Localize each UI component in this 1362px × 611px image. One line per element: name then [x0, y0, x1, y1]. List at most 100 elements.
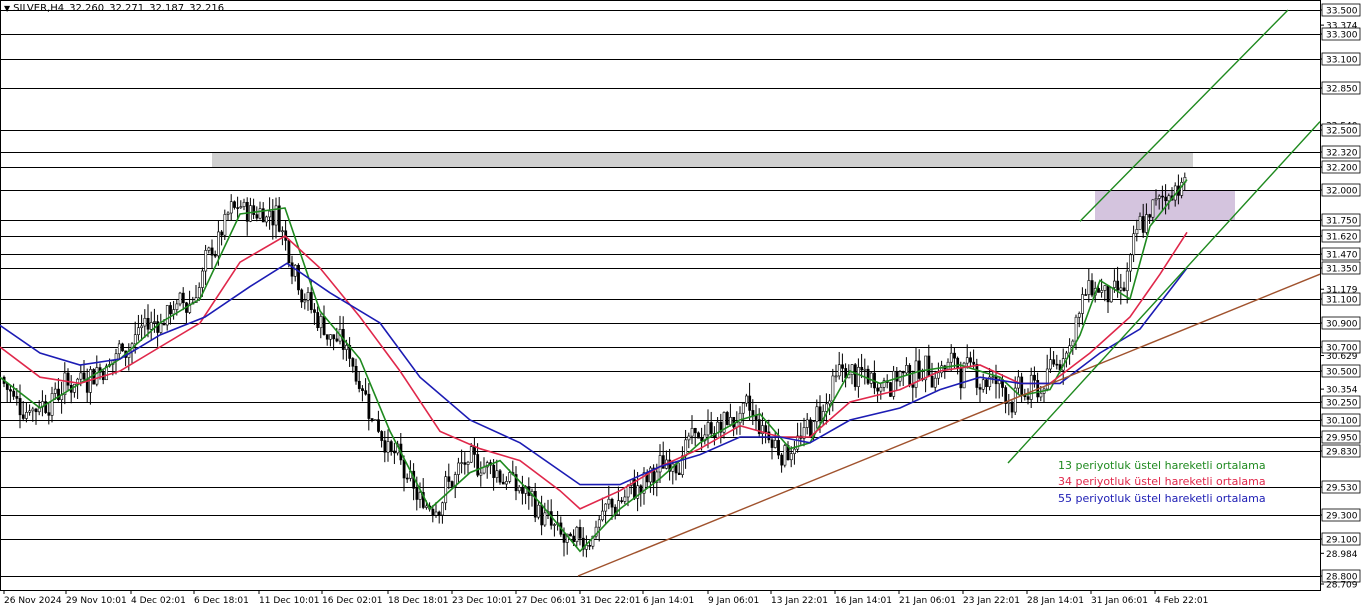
candle-body: [25, 412, 28, 419]
candle-body: [610, 498, 614, 508]
candle-body: [879, 386, 883, 392]
candle-body: [1010, 401, 1014, 413]
candle-body: [575, 527, 579, 542]
candle-body: [383, 440, 387, 453]
x-tick-label: 16 Jan 14:01: [835, 596, 892, 606]
candle-body: [1087, 280, 1091, 295]
candle-body: [914, 360, 918, 388]
candle-body: [457, 462, 460, 475]
y-tick-label: 29.300: [1326, 512, 1358, 522]
candle-body: [300, 289, 304, 303]
candle-body: [233, 201, 236, 208]
candle-body: [1138, 216, 1142, 230]
candle-body: [213, 254, 217, 257]
candle-body: [831, 375, 835, 402]
candle-body: [319, 316, 323, 329]
candle-body: [927, 355, 931, 377]
y-tick-label: 30.500: [1326, 368, 1358, 378]
candle-body: [386, 441, 390, 453]
y-tick-label: 28.709: [1326, 581, 1358, 591]
candle-body: [290, 262, 294, 277]
candle-body: [121, 343, 124, 352]
candle-body: [578, 527, 582, 539]
candle-body: [764, 425, 768, 433]
candle-body: [239, 206, 243, 209]
candle-body: [1103, 285, 1107, 291]
candle-body: [156, 321, 160, 333]
high-value: 32.271: [109, 3, 145, 14]
candle-body: [569, 533, 572, 537]
candle-body: [441, 502, 444, 516]
candle-body: [517, 487, 521, 492]
low-value: 32.187: [149, 3, 185, 14]
candle-body: [1109, 287, 1113, 303]
x-tick-label: 31 Jan 06:01: [1091, 596, 1148, 606]
candle-body: [533, 491, 537, 518]
candle-body: [1090, 280, 1094, 296]
x-tick-label: 18 Dec 18:01: [388, 596, 449, 606]
candle-body: [373, 419, 377, 421]
candle-body: [460, 462, 464, 464]
candle-body: [476, 454, 480, 476]
y-tick-label: 32.000: [1326, 187, 1358, 197]
candle-body: [543, 512, 547, 526]
candle-body: [207, 247, 211, 251]
x-tick-label: 4 Dec 02:01: [131, 596, 186, 606]
candle-body: [588, 545, 592, 547]
candle-body: [738, 412, 742, 424]
candle-body: [834, 375, 838, 378]
candle-body: [1052, 359, 1056, 365]
candle-body: [463, 462, 467, 465]
candle-body: [809, 419, 812, 438]
y-tick-label: 32.850: [1326, 85, 1358, 95]
candle-body: [773, 440, 777, 448]
candle-body: [137, 327, 140, 336]
close-value: 32.216: [189, 3, 225, 14]
candle-body: [853, 364, 857, 387]
candle-body: [972, 361, 976, 365]
candle-body: [53, 388, 57, 394]
candle-body: [92, 369, 96, 385]
candle-body: [322, 316, 326, 335]
candle-body: [1116, 280, 1120, 291]
candle-body: [5, 383, 9, 390]
candle-body: [12, 390, 16, 397]
candle-body: [415, 488, 419, 500]
candle-body: [841, 364, 844, 369]
candle-body: [325, 334, 329, 340]
candle-body: [140, 325, 144, 329]
price-chart[interactable]: 33.50033.37433.30033.10032.85032.54032.5…: [0, 0, 1362, 611]
y-tick-label: 30.250: [1326, 399, 1358, 409]
candle-body: [780, 454, 784, 466]
candle-body: [1161, 195, 1164, 198]
candle-body: [815, 406, 819, 422]
candle-body: [1132, 233, 1136, 256]
candle-body: [201, 270, 204, 288]
candle-body: [1135, 229, 1139, 235]
candle-body: [9, 389, 12, 392]
candle-body: [479, 472, 483, 476]
candle-body: [572, 535, 576, 542]
caret-down-icon[interactable]: ▼: [4, 4, 10, 13]
x-tick-label: 6 Jan 14:01: [643, 596, 694, 606]
y-tick-label: 30.100: [1326, 417, 1358, 427]
candle-body: [1151, 199, 1155, 218]
candle-body: [597, 519, 601, 528]
candle-body: [34, 408, 38, 413]
candle-body: [255, 214, 259, 219]
candle-body: [357, 380, 361, 389]
candle-body: [985, 379, 988, 388]
candle-body: [1100, 290, 1104, 293]
candle-body: [917, 360, 921, 379]
candle-body: [783, 445, 787, 466]
candle-body: [850, 364, 854, 375]
candle-body: [389, 441, 393, 452]
candle-body: [242, 201, 246, 207]
candle-body: [869, 372, 873, 384]
candle-body: [345, 345, 348, 350]
candle-body: [447, 476, 451, 482]
candle-body: [860, 366, 864, 371]
x-tick-label: 11 Dec 10:01: [259, 596, 320, 606]
x-tick-label: 16 Dec 02:01: [322, 596, 383, 606]
candle-body: [361, 388, 364, 391]
